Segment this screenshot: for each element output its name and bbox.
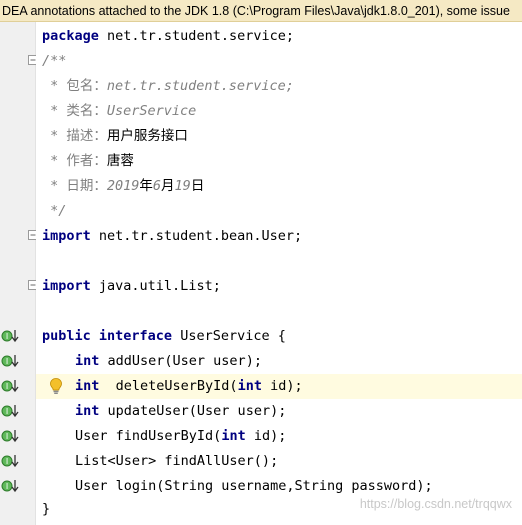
code-line: import java.util.List; [36, 274, 522, 299]
doc-date-year-char: 年 [139, 178, 153, 194]
doc-description-value: 用户服务接口 [106, 128, 188, 144]
doc-comment-close: */ [42, 203, 67, 219]
keyword-package: package [42, 28, 99, 44]
param-tail: id); [245, 428, 287, 444]
doc-date-label: 日期： [66, 178, 107, 194]
implemented-method-icon[interactable]: I [1, 478, 21, 494]
doc-date-day-char: 日 [190, 178, 205, 194]
package-name: net.tr.student.service; [98, 28, 294, 44]
keyword-int: int [75, 353, 100, 369]
method-delete-user-by-id: deleteUserById( [99, 378, 238, 394]
implemented-method-icon[interactable]: I [1, 378, 21, 394]
param-tail: id); [261, 378, 303, 394]
code-line: * 类名：UserService [36, 99, 522, 124]
method-add-user: addUser(User user); [99, 353, 262, 369]
code-line: int addUser(User user); [36, 349, 522, 374]
method-login: User login(String username,String passwo… [75, 478, 433, 494]
banner-text: DEA annotations attached to the JDK 1.8 … [2, 4, 510, 18]
code-line: * 日期：2019年6月19日 [36, 174, 522, 199]
doc-date-year: 2019 [106, 178, 140, 194]
implemented-method-icon[interactable]: I [1, 428, 21, 444]
method-update-user: updateUser(User user); [99, 403, 287, 419]
jdk-annotations-notification-banner[interactable]: DEA annotations attached to the JDK 1.8 … [0, 0, 522, 22]
keyword-interface: interface [90, 328, 173, 344]
editor-gutter[interactable]: I I I I I I I [0, 22, 38, 525]
code-line: int updateUser(User user); [36, 399, 522, 424]
import-path: net.tr.student.bean.User; [90, 228, 303, 244]
implemented-method-icon[interactable]: I [1, 403, 21, 419]
svg-text:I: I [6, 482, 8, 491]
code-line: import net.tr.student.bean.User; [36, 224, 522, 249]
doc-package-label: 包名： [66, 78, 107, 94]
keyword-import: import [42, 278, 91, 294]
doc-class-label: 类名： [66, 103, 107, 119]
doc-star: * [42, 178, 67, 194]
code-line: List<User> findAllUser(); [36, 449, 522, 474]
svg-text:I: I [6, 357, 8, 366]
keyword-public: public [42, 328, 91, 344]
doc-package-value: net.tr.student.service; [106, 78, 294, 94]
doc-star: * [42, 103, 67, 119]
doc-date-month: 6 [152, 178, 162, 194]
doc-star: * [42, 128, 67, 144]
interface-declaration: UserService { [172, 328, 286, 344]
code-line: * 包名：net.tr.student.service; [36, 74, 522, 99]
intention-bulb-icon[interactable] [48, 377, 64, 395]
code-line: * 作者：唐蓉 [36, 149, 522, 174]
code-line: User login(String username,String passwo… [36, 474, 522, 499]
doc-star: * [42, 153, 67, 169]
closing-brace: } [42, 501, 51, 517]
current-code-line: int deleteUserById(int id); [36, 374, 522, 399]
svg-text:I: I [6, 457, 8, 466]
code-line: */ [36, 199, 522, 224]
watermark-url: https://blog.csdn.net/trqqwx [359, 497, 512, 511]
doc-date-day: 19 [174, 178, 191, 194]
code-line: * 描述：用户服务接口 [36, 124, 522, 149]
doc-author-value: 唐蓉 [106, 153, 134, 169]
code-line: User findUserById(int id); [36, 424, 522, 449]
implemented-by-icon[interactable]: I [1, 328, 21, 344]
keyword-int: int [237, 378, 262, 394]
doc-class-value: UserService [106, 103, 197, 119]
import-path: java.util.List; [90, 278, 221, 294]
svg-text:I: I [6, 407, 8, 416]
doc-date-month-char: 月 [161, 178, 175, 194]
keyword-int: int [75, 403, 100, 419]
keyword-import: import [42, 228, 91, 244]
doc-star: * [42, 78, 67, 94]
method-find-all-user: List<User> findAllUser(); [75, 453, 279, 469]
svg-text:I: I [6, 382, 8, 391]
implemented-method-icon[interactable]: I [1, 353, 21, 369]
code-line: package net.tr.student.service; [36, 24, 522, 49]
implemented-method-icon[interactable]: I [1, 453, 21, 469]
svg-text:I: I [6, 332, 8, 341]
code-line: /** [36, 49, 522, 74]
keyword-int: int [75, 378, 100, 394]
method-find-user-by-id: User findUserById( [75, 428, 222, 444]
doc-comment-open: /** [42, 53, 67, 69]
code-line: public interface UserService { [36, 324, 522, 349]
doc-author-label: 作者： [66, 153, 107, 169]
code-editor[interactable]: package net.tr.student.service; /** * 包名… [36, 22, 522, 525]
keyword-int: int [221, 428, 246, 444]
svg-text:I: I [6, 432, 8, 441]
doc-description-label: 描述： [66, 128, 107, 144]
